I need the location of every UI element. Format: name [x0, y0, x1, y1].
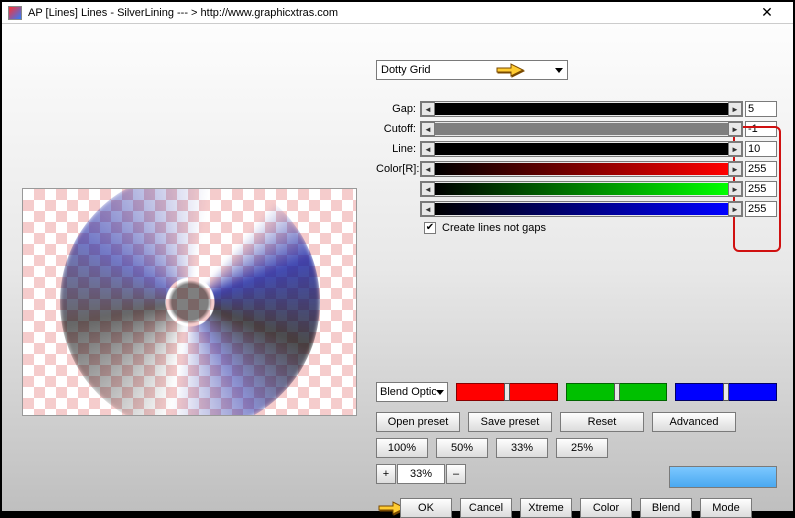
blend-label: Blend Options: [380, 386, 436, 398]
cancel-button[interactable]: Cancel: [460, 498, 512, 518]
color-g-value[interactable]: 255: [745, 181, 777, 197]
slider-right-icon[interactable]: ►: [728, 142, 742, 156]
zoom-value[interactable]: 33%: [397, 464, 445, 484]
advanced-button[interactable]: Advanced: [652, 412, 736, 432]
client-area: Dotty Grid Gap: ◄ ► 5 Cutoff:: [2, 24, 793, 511]
zoom-25-button[interactable]: 25%: [556, 438, 608, 458]
close-button[interactable]: ✕: [747, 3, 787, 23]
color-r-value[interactable]: 255: [745, 161, 777, 177]
chevron-down-icon: [436, 390, 444, 395]
cutoff-value[interactable]: -1: [745, 121, 777, 137]
slider-left-icon[interactable]: ◄: [421, 142, 435, 156]
slider-track[interactable]: [435, 183, 728, 195]
blend-button[interactable]: Blend: [640, 498, 692, 518]
slider-track[interactable]: [435, 123, 728, 135]
titlebar: AP [Lines] Lines - SilverLining --- > ht…: [2, 2, 793, 24]
app-icon: [8, 6, 22, 20]
color-r-label: Color[R]:: [376, 163, 420, 175]
preview-panel: [22, 188, 357, 416]
gap-label: Gap:: [376, 103, 420, 115]
slider-track[interactable]: [435, 103, 728, 115]
preset-value: Dotty Grid: [381, 64, 431, 76]
zoom-33-button[interactable]: 33%: [496, 438, 548, 458]
slider-left-icon[interactable]: ◄: [421, 202, 435, 216]
window-title: AP [Lines] Lines - SilverLining --- > ht…: [28, 7, 747, 19]
preset-select[interactable]: Dotty Grid: [376, 60, 568, 80]
zoom-minus-button[interactable]: –: [446, 464, 466, 484]
slider-thumb[interactable]: [723, 383, 729, 401]
create-lines-checkbox[interactable]: ✔: [424, 222, 436, 234]
gap-value[interactable]: 5: [745, 101, 777, 117]
blend-b-slider[interactable]: [675, 383, 777, 401]
slider-left-icon[interactable]: ◄: [421, 182, 435, 196]
reset-button[interactable]: Reset: [560, 412, 644, 432]
slider-track[interactable]: [435, 203, 728, 215]
swirl-graphic: [60, 189, 320, 415]
color-button[interactable]: Color: [580, 498, 632, 518]
slider-thumb[interactable]: [614, 383, 620, 401]
save-preset-button[interactable]: Save preset: [468, 412, 552, 432]
color-preview-swatch[interactable]: [669, 466, 777, 488]
slider-right-icon[interactable]: ►: [728, 102, 742, 116]
create-lines-label: Create lines not gaps: [442, 222, 546, 234]
slider-left-icon[interactable]: ◄: [421, 162, 435, 176]
slider-right-icon[interactable]: ►: [728, 202, 742, 216]
blend-r-slider[interactable]: [456, 383, 558, 401]
zoom-50-button[interactable]: 50%: [436, 438, 488, 458]
slider-right-icon[interactable]: ►: [728, 122, 742, 136]
slider-right-icon[interactable]: ►: [728, 162, 742, 176]
mode-button[interactable]: Mode: [700, 498, 752, 518]
slider-right-icon[interactable]: ►: [728, 182, 742, 196]
color-b-value[interactable]: 255: [745, 201, 777, 217]
zoom-100-button[interactable]: 100%: [376, 438, 428, 458]
zoom-stepper: + 33% –: [376, 464, 466, 484]
ok-button[interactable]: OK: [400, 498, 452, 518]
color-b-slider[interactable]: ◄ ►: [420, 201, 743, 217]
slider-left-icon[interactable]: ◄: [421, 102, 435, 116]
slider-left-icon[interactable]: ◄: [421, 122, 435, 136]
xtreme-button[interactable]: Xtreme: [520, 498, 572, 518]
blend-select[interactable]: Blend Options: [376, 382, 448, 402]
line-slider[interactable]: ◄ ►: [420, 141, 743, 157]
slider-thumb[interactable]: [504, 383, 510, 401]
color-g-slider[interactable]: ◄ ►: [420, 181, 743, 197]
open-preset-button[interactable]: Open preset: [376, 412, 460, 432]
cutoff-slider[interactable]: ◄ ►: [420, 121, 743, 137]
gap-slider[interactable]: ◄ ►: [420, 101, 743, 117]
blend-g-slider[interactable]: [566, 383, 668, 401]
slider-track[interactable]: [435, 143, 728, 155]
cutoff-label: Cutoff:: [376, 123, 420, 135]
parameter-panel: Dotty Grid Gap: ◄ ► 5 Cutoff:: [376, 60, 777, 234]
line-value[interactable]: 10: [745, 141, 777, 157]
line-label: Line:: [376, 143, 420, 155]
slider-track[interactable]: [435, 163, 728, 175]
color-r-slider[interactable]: ◄ ►: [420, 161, 743, 177]
zoom-plus-button[interactable]: +: [376, 464, 396, 484]
preview-image: [23, 189, 356, 415]
blend-row: Blend Options: [376, 382, 777, 402]
chevron-down-icon: [555, 68, 563, 73]
